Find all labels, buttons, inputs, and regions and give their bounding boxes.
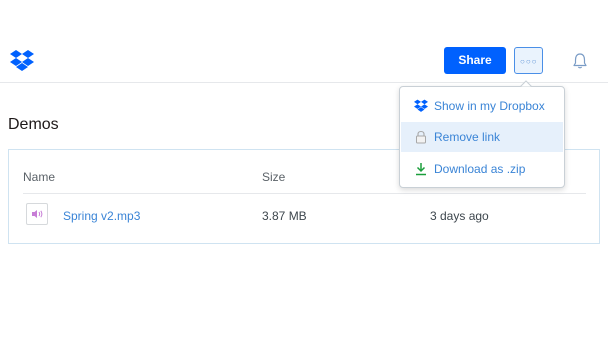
menu-item-show-in-dropbox[interactable]: Show in my Dropbox: [401, 91, 563, 121]
table-row[interactable]: Spring v2.mp3 3.87 MB 3 days ago: [9, 196, 599, 236]
menu-item-remove-link[interactable]: Remove link: [401, 122, 563, 152]
share-button[interactable]: Share: [444, 47, 506, 74]
header-divider: [23, 193, 586, 194]
dropbox-logo-icon[interactable]: [10, 50, 34, 72]
more-options-button[interactable]: ○○○: [514, 47, 543, 74]
bell-icon[interactable]: [571, 52, 589, 70]
menu-item-download-zip[interactable]: Download as .zip: [401, 154, 563, 184]
more-options-menu: Show in my Dropbox Remove link Download …: [399, 86, 565, 188]
dropbox-icon: [414, 99, 428, 112]
menu-item-label: Remove link: [434, 130, 501, 144]
menu-item-label: Download as .zip: [434, 162, 526, 176]
menu-item-label: Show in my Dropbox: [434, 99, 545, 113]
column-header-size[interactable]: Size: [262, 170, 285, 184]
download-icon: [416, 163, 426, 176]
lock-icon: [416, 130, 426, 144]
file-size: 3.87 MB: [262, 209, 307, 223]
audio-file-icon: [26, 203, 48, 225]
more-dots-icon: ○○○: [520, 57, 538, 66]
top-bar: Share ○○○: [0, 0, 608, 83]
page-title: Demos: [8, 116, 59, 133]
menu-pointer: [520, 80, 532, 92]
app-window: Share ○○○ Demos Name Size Spring v2.mp3 …: [0, 0, 608, 347]
file-modified: 3 days ago: [430, 209, 489, 223]
column-header-name[interactable]: Name: [23, 170, 55, 184]
file-name-link[interactable]: Spring v2.mp3: [63, 209, 140, 223]
